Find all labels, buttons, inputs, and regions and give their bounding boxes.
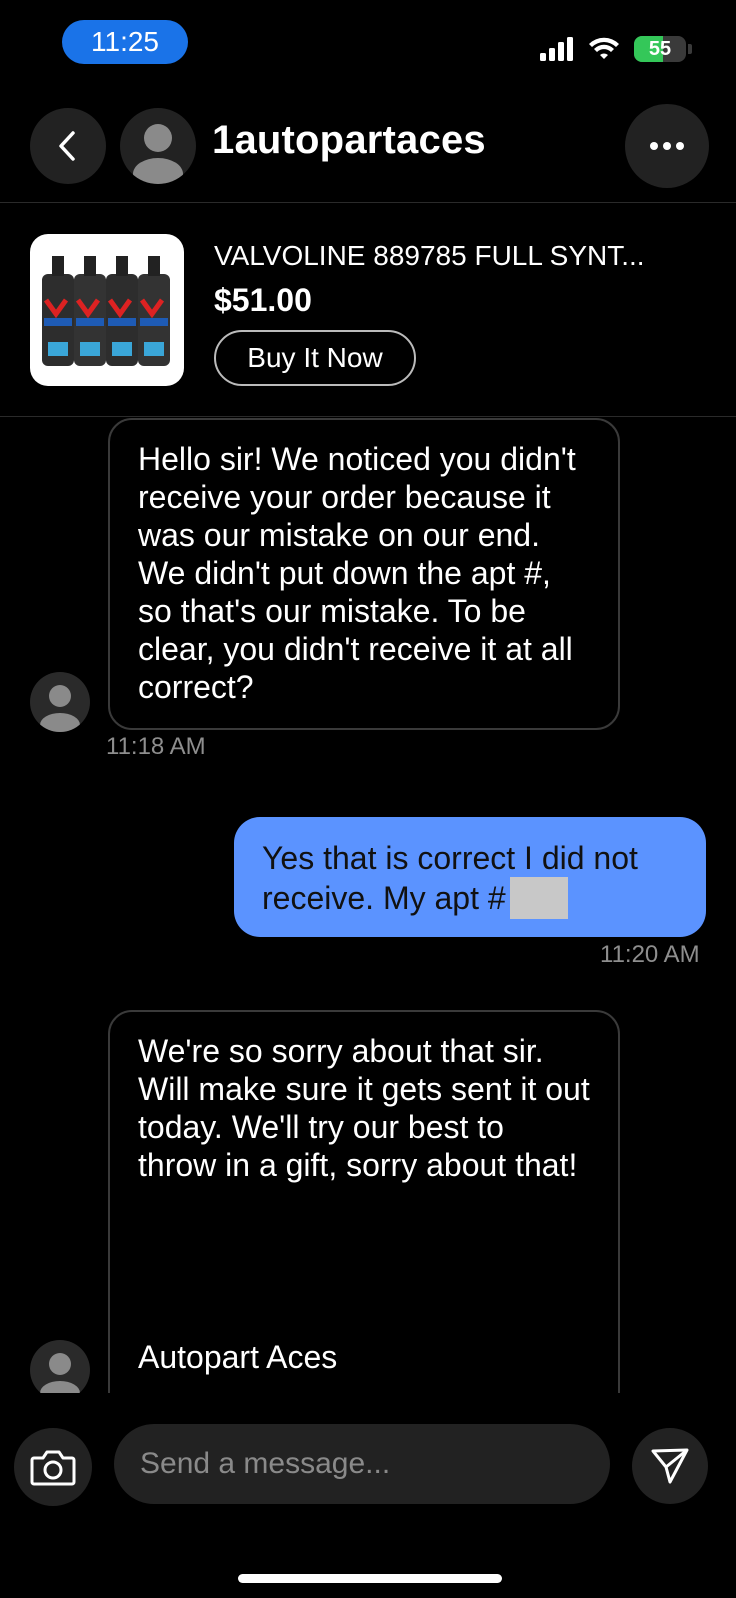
home-indicator	[238, 1574, 502, 1583]
seller-message-avatar	[30, 672, 90, 732]
product-price: $51.00	[214, 282, 312, 318]
battery-indicator: 55	[634, 36, 686, 62]
more-options-button[interactable]	[625, 104, 709, 188]
incoming-message-bubble[interactable]: Hello sir! We noticed you didn't receive…	[108, 418, 620, 730]
buy-it-now-button[interactable]: Buy It Now	[214, 330, 416, 386]
camera-icon	[30, 1450, 76, 1486]
redacted-block	[509, 877, 568, 919]
message-signature: Autopart Aces	[138, 1339, 338, 1375]
battery-level: 55	[648, 37, 672, 60]
status-icons: 55	[540, 34, 692, 64]
seller-message-avatar	[30, 1340, 90, 1400]
outgoing-message-bubble[interactable]: Yes that is correct I did not receive. M…	[234, 817, 706, 937]
message-timestamp: 11:20 AM	[600, 941, 700, 968]
message-text: Yes that is correct I did not receive. M…	[262, 840, 638, 916]
message-text: Hello sir! We noticed you didn't receive…	[138, 441, 576, 705]
product-title[interactable]: VALVOLINE 889785 FULL SYNT...	[214, 240, 714, 272]
send-button[interactable]	[632, 1428, 708, 1504]
product-image[interactable]	[30, 234, 184, 386]
user-icon	[133, 124, 183, 184]
header-divider	[0, 202, 736, 203]
chevron-left-icon	[59, 131, 75, 161]
message-input[interactable]	[114, 1424, 610, 1504]
more-icon	[650, 142, 684, 150]
incoming-message-bubble[interactable]: We're so sorry about that sir. Will make…	[108, 1010, 620, 1430]
user-icon	[40, 1353, 80, 1400]
status-time: 11:25	[62, 20, 188, 64]
wifi-icon	[589, 37, 619, 59]
camera-button[interactable]	[14, 1428, 92, 1506]
user-icon	[40, 685, 80, 732]
back-button[interactable]	[30, 108, 106, 184]
signal-icon	[540, 37, 573, 61]
oil-bottles-image	[42, 256, 170, 366]
send-icon	[651, 1448, 689, 1484]
message-text: We're so sorry about that sir. Will make…	[138, 1033, 590, 1183]
seller-avatar[interactable]	[120, 108, 196, 184]
seller-username[interactable]: 1autopartaces	[212, 118, 486, 163]
message-timestamp: 11:18 AM	[106, 733, 206, 760]
battery-cap	[688, 44, 692, 54]
product-divider	[0, 416, 736, 417]
